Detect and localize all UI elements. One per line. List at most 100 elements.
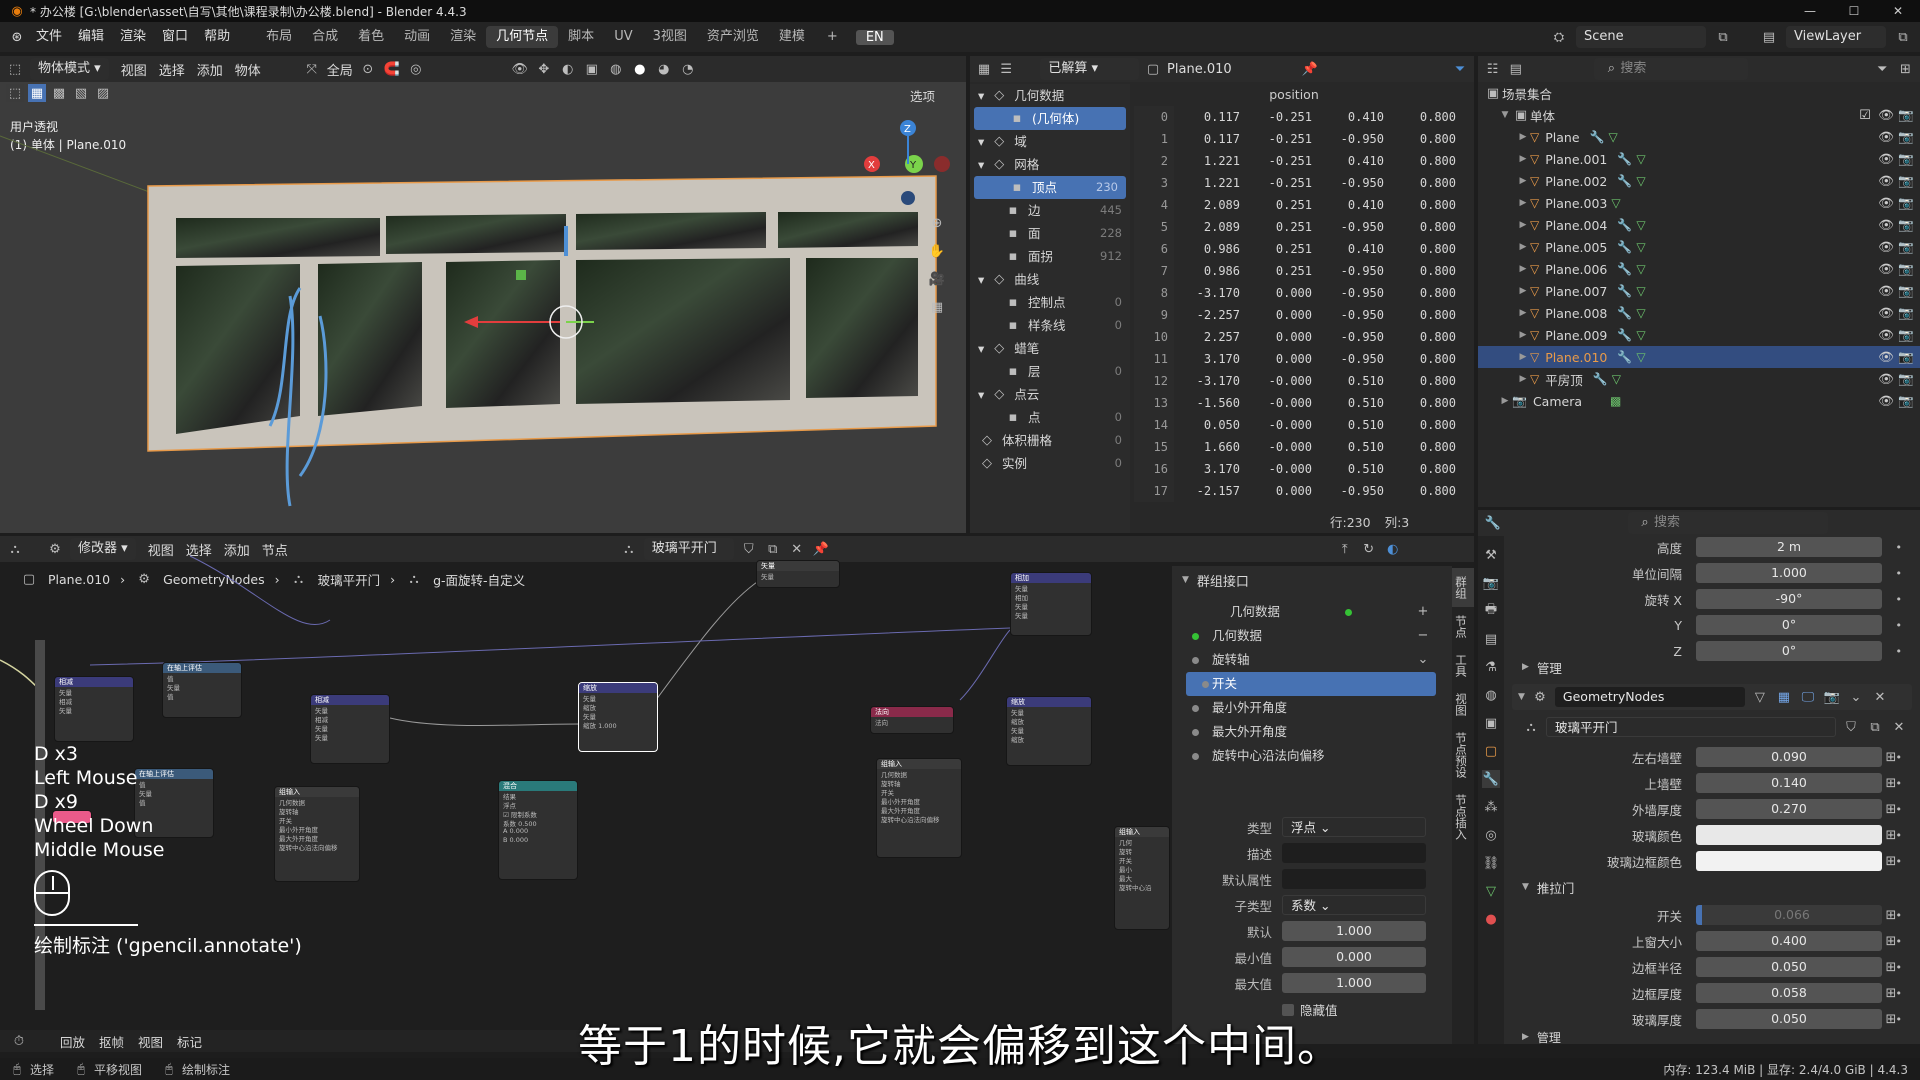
eye-icon[interactable]: 👁 <box>1878 283 1894 299</box>
particles-tab-icon[interactable]: ⁂ <box>1482 798 1500 816</box>
property-field[interactable] <box>1282 843 1426 863</box>
outliner-row[interactable]: ▶ ▽ Plane.004 🔧 ▽ 👁 📷 <box>1478 214 1920 236</box>
workspace-tab[interactable]: UV <box>604 26 642 48</box>
display-mode-icon[interactable]: ▤ <box>1507 60 1524 78</box>
table-row[interactable]: 11 3.170 0.000 -0.950 0.800 <box>1134 348 1462 370</box>
spreadsheet-tree-item[interactable]: ▾ ◇ 几何数据 <box>970 84 1130 107</box>
outliner-row[interactable]: ▶ ▽ Plane.008 🔧 ▽ 👁 📷 <box>1478 302 1920 324</box>
property-field[interactable] <box>1282 869 1426 889</box>
modifier-name-field[interactable]: GeometryNodes <box>1554 687 1745 707</box>
outliner-row[interactable]: ▶ ▽ Plane.010 🔧 ▽ 👁 📷 <box>1478 346 1920 368</box>
viewlayer-name-field[interactable]: ViewLayer <box>1786 26 1886 48</box>
spreadsheet-tree-item[interactable]: ▾ ◇ 蜡笔 <box>970 337 1130 360</box>
interface-socket[interactable]: 几何数据 <box>1172 624 1452 648</box>
node-2[interactable]: 在轴上评估值矢量值 <box>162 662 242 718</box>
workspace-tab[interactable]: 几何节点 <box>486 26 559 48</box>
table-row[interactable]: 5 2.089 0.251 -0.950 0.800 <box>1134 216 1462 238</box>
remove-socket-icon[interactable]: − <box>1414 626 1432 644</box>
outliner-row[interactable]: ▶ ▽ 平房顶 🔧 ▽ 👁 📷 <box>1478 368 1920 390</box>
checkbox-icon[interactable]: ☑ <box>1856 106 1874 124</box>
render-camera-icon[interactable]: 📷 <box>1898 349 1914 365</box>
spreadsheet-tree-item[interactable]: ▪ (几何体) <box>974 107 1126 130</box>
property-field[interactable]: 0.000 <box>1282 947 1426 967</box>
table-row[interactable]: 16 3.170 -0.000 0.510 0.800 <box>1134 458 1462 480</box>
workspace-tab[interactable]: 建模 <box>769 26 815 48</box>
table-row[interactable]: 10 2.257 0.000 -0.950 0.800 <box>1134 326 1462 348</box>
render-camera-icon[interactable]: 📷 <box>1898 239 1914 255</box>
filter-icon[interactable]: ⏷ <box>1452 60 1468 78</box>
property-field[interactable]: 1.000 <box>1696 563 1882 583</box>
node-3[interactable]: 相减 矢量 相减 矢量 矢量 <box>310 694 390 764</box>
property-field[interactable]: 0.066 <box>1696 905 1882 925</box>
property-field[interactable] <box>1696 825 1882 845</box>
menu-item[interactable]: 文件 <box>28 26 70 48</box>
viewlayer-icon[interactable]: ▤ <box>1760 28 1778 46</box>
spreadsheet-tree-item[interactable]: ▾ ◇ 曲线 <box>970 268 1130 291</box>
spreadsheet-tree-item[interactable]: ▾ ◇ 点云 <box>970 383 1130 406</box>
unlink-icon[interactable]: ✕ <box>1890 718 1908 736</box>
collapse-icon[interactable]: ▾ <box>978 383 984 406</box>
language-badge[interactable]: EN <box>855 29 894 45</box>
dropdown-icon[interactable]: ⌄ <box>1847 688 1865 706</box>
collapse-icon[interactable]: ▼ <box>1518 692 1525 702</box>
keyframe-dot-icon[interactable]: • <box>1896 751 1903 764</box>
eye-icon[interactable]: 👁 <box>1878 151 1894 167</box>
sub-panel-header[interactable]: ▼ 推拉门 <box>1522 876 1574 898</box>
property-field[interactable]: 0° <box>1696 641 1882 661</box>
delete-modifier-icon[interactable]: ✕ <box>1871 688 1889 706</box>
spreadsheet-editor-icon[interactable]: ▦ <box>976 60 992 78</box>
collapse-icon[interactable]: ▾ <box>978 268 984 291</box>
outliner-row[interactable]: ▶ ▽ Plane.009 🔧 ▽ 👁 📷 <box>1478 324 1920 346</box>
node-9[interactable]: 混合 结果 浮点 ☑ 限制系数 系数 0.500 A 0.000 B 0.000 <box>498 780 578 880</box>
outliner-row[interactable]: ▶ ▽ Plane.001 🔧 ▽ 👁 📷 <box>1478 148 1920 170</box>
table-row[interactable]: 8 -3.170 0.000 -0.950 0.800 <box>1134 282 1462 304</box>
property-field[interactable]: 0.058 <box>1696 983 1882 1003</box>
scene-name-field[interactable]: Scene <box>1576 26 1706 48</box>
object-tab-icon[interactable]: ▢ <box>1482 742 1500 760</box>
scene-icon[interactable]: ⛭ <box>1550 28 1568 46</box>
expand-icon[interactable]: ▶ <box>1516 286 1530 296</box>
maximize-button[interactable]: ☐ <box>1832 0 1876 22</box>
new-collection-icon[interactable]: ⊞ <box>1897 60 1914 78</box>
spreadsheet-tree-item[interactable]: ◇ 体积栅格 0 <box>970 429 1130 452</box>
view-menu-icon[interactable]: ☰ <box>998 60 1014 78</box>
node-4[interactable]: 矢量 矢量 <box>756 560 840 588</box>
node-tree-icon[interactable]: ⛬ <box>1522 718 1540 736</box>
eye-icon[interactable]: 👁 <box>1878 393 1894 409</box>
property-field[interactable]: -90° <box>1696 589 1882 609</box>
node-6[interactable]: 法向 法向 <box>870 706 954 734</box>
property-field[interactable]: 0.050 <box>1696 957 1882 977</box>
render-camera-icon[interactable]: 📷 <box>1898 129 1914 145</box>
workspace-tab[interactable]: 布局 <box>256 26 302 48</box>
interface-socket[interactable]: 旋转轴 <box>1172 648 1452 672</box>
collapse-icon[interactable]: ▾ <box>978 84 984 107</box>
workspace-tab[interactable]: 动画 <box>394 26 440 48</box>
spreadsheet-tree-item[interactable]: ▪ 面 228 <box>970 222 1130 245</box>
minimize-button[interactable]: — <box>1788 0 1832 22</box>
new-scene-icon[interactable]: ⧉ <box>1714 28 1732 46</box>
manage-section-header[interactable]: ▶ 管理 <box>1522 656 1562 678</box>
table-row[interactable]: 0 0.117 -0.251 0.410 0.800 <box>1134 106 1462 128</box>
menu-item[interactable]: 编辑 <box>70 26 112 48</box>
expand-icon[interactable]: ▶ <box>1516 374 1530 384</box>
outliner-row[interactable]: ▶ ▽ Plane.007 🔧 ▽ 👁 📷 <box>1478 280 1920 302</box>
eye-icon[interactable]: 👁 <box>1878 195 1894 211</box>
eye-icon[interactable]: 👁 <box>1878 217 1894 233</box>
fake-user-icon[interactable]: ⛉ <box>1842 718 1860 736</box>
render-camera-icon[interactable]: 📷 <box>1898 305 1914 321</box>
expand-icon[interactable]: ▶ <box>1516 176 1530 186</box>
interface-socket[interactable]: 几何数据 <box>1172 600 1452 624</box>
render-camera-icon[interactable]: 📷 <box>1898 173 1914 189</box>
outliner-row[interactable]: ▶ ▽ Plane 🔧 ▽ 👁 📷 <box>1478 126 1920 148</box>
group-input-node-3[interactable]: 组输入 几何 旋转 开关 最小 最大 旋转中心沿 <box>1114 826 1170 930</box>
eye-icon[interactable]: 👁 <box>1878 239 1894 255</box>
expand-icon[interactable]: ▶ <box>1516 308 1530 318</box>
spreadsheet-grid-area[interactable]: 0 0.117 -0.251 0.410 0.800 1 0.117 -0.251 -0.950… <box>1134 106 1470 506</box>
render-camera-icon[interactable]: 📷 <box>1898 393 1914 409</box>
property-field[interactable]: 0° <box>1696 615 1882 635</box>
table-row[interactable]: 3 1.221 -0.251 -0.950 0.800 <box>1134 172 1462 194</box>
keyframe-dot-icon[interactable]: • <box>1896 567 1903 580</box>
group-input-node-1[interactable]: 组输入 几何数据 旋转轴 开关 最小外开角度 最大外开角度 旋转中心沿法向偏移 <box>274 786 360 882</box>
keyframe-dot-icon[interactable]: • <box>1896 909 1903 922</box>
render-camera-icon[interactable]: 📷 <box>1898 371 1914 387</box>
